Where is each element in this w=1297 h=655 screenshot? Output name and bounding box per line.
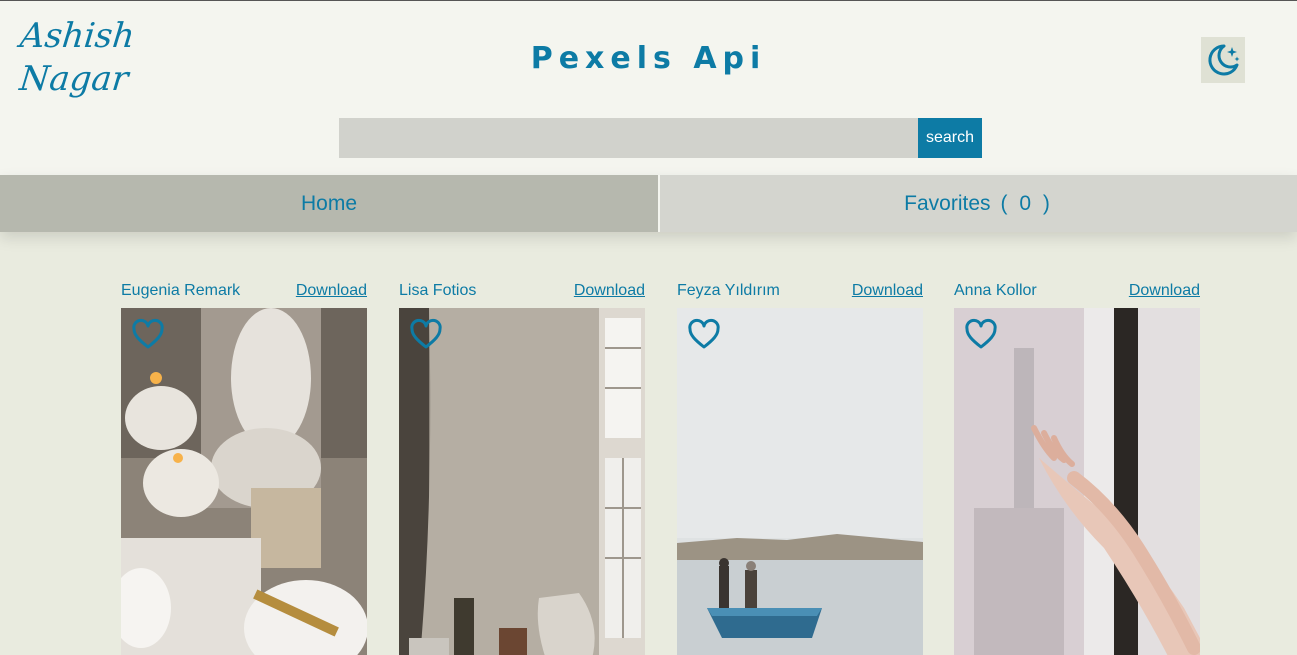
- tab-home-label: Home: [300, 191, 358, 215]
- photo-card: Eugenia Remark Download: [121, 280, 367, 655]
- photo-card: Lisa Fotios Download: [399, 280, 645, 655]
- tab-favorites[interactable]: Favorites ( 0 ): [660, 175, 1297, 232]
- heart-outline-icon[interactable]: [687, 318, 721, 350]
- download-link[interactable]: Download: [296, 282, 367, 300]
- photographer-name[interactable]: Feyza Yıldırım: [677, 282, 780, 300]
- photographer-name[interactable]: Anna Kollor: [954, 282, 1037, 300]
- theme-toggle-button[interactable]: [1201, 37, 1245, 83]
- photo-image[interactable]: [677, 308, 923, 655]
- tab-favorites-label: Favorites: [904, 191, 991, 215]
- download-link[interactable]: Download: [852, 282, 923, 300]
- heart-outline-icon[interactable]: [409, 318, 443, 350]
- favorites-count: ( 0 ): [1000, 191, 1053, 215]
- heart-outline-icon[interactable]: [964, 318, 998, 350]
- main-nav: Home Favorites ( 0 ): [0, 175, 1297, 232]
- site-header: Ashish Nagar Pexels Api search: [0, 1, 1297, 175]
- photographer-name[interactable]: Lisa Fotios: [399, 282, 476, 300]
- photo-card: Anna Kollor Download: [954, 280, 1200, 655]
- photographer-name[interactable]: Eugenia Remark: [121, 282, 240, 300]
- tab-home[interactable]: Home: [0, 175, 660, 232]
- search-input[interactable]: [339, 118, 918, 158]
- photo-card: Feyza Yıldırım Download: [677, 280, 923, 655]
- search-button[interactable]: search: [918, 118, 982, 158]
- page-title: Pexels Api: [530, 41, 767, 76]
- photo-image[interactable]: [121, 308, 367, 655]
- download-link[interactable]: Download: [574, 282, 645, 300]
- photo-image[interactable]: [954, 308, 1200, 655]
- photo-image[interactable]: [399, 308, 645, 655]
- download-link[interactable]: Download: [1129, 282, 1200, 300]
- heart-outline-icon[interactable]: [131, 318, 165, 350]
- moon-stars-icon: [1208, 44, 1240, 76]
